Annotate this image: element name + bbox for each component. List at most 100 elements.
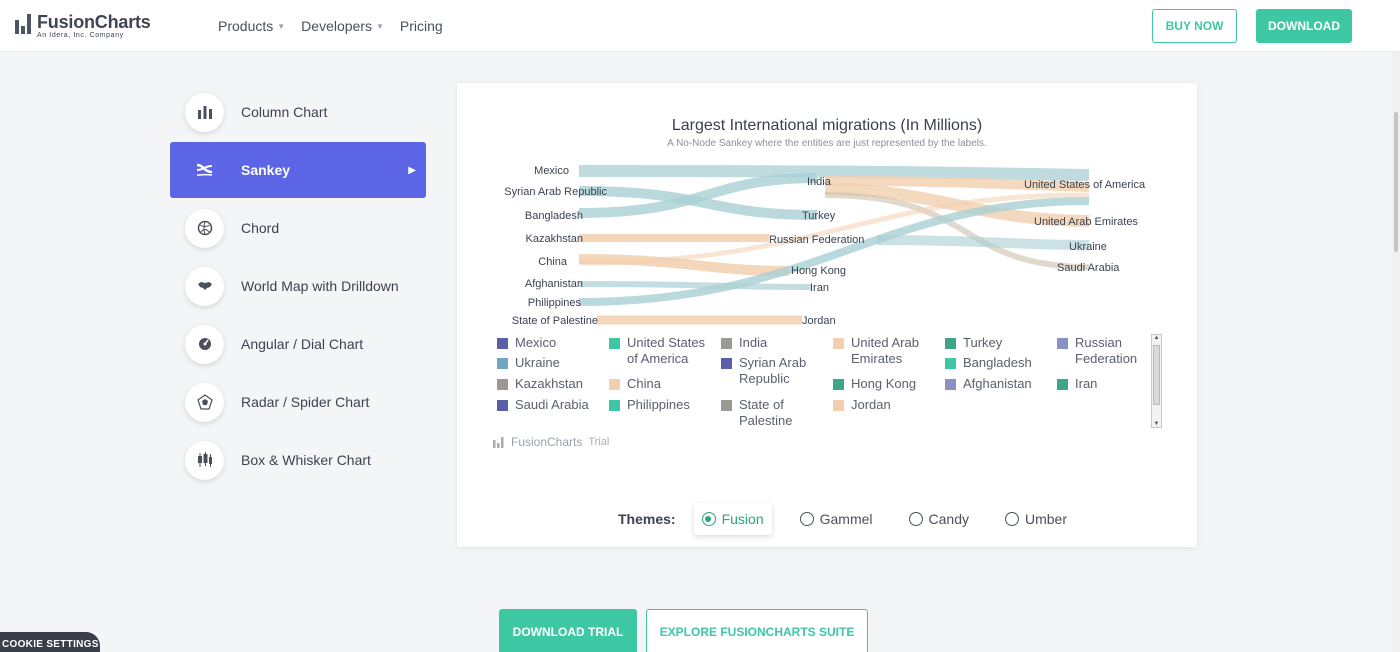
sidebar-item-radar-chart[interactable]: Radar / Spider Chart [170, 373, 426, 431]
box-whisker-icon [185, 440, 224, 480]
theme-candy-radio[interactable]: Candy [901, 503, 977, 535]
legend-label: Turkey [963, 337, 1003, 350]
legend-item[interactable]: Syrian Arab Republic [721, 355, 829, 387]
radio-icon [1004, 512, 1019, 526]
page-scroll-thumb[interactable] [1394, 112, 1398, 252]
legend-swatch [721, 338, 732, 349]
legend-item[interactable]: India [721, 337, 829, 351]
legend-label: Bangladesh [963, 355, 1032, 370]
sidebar-item-dial-chart[interactable]: Angular / Dial Chart [170, 315, 426, 373]
sankey-icon [185, 150, 224, 190]
nav-products-label: Products [218, 18, 274, 34]
legend-swatch [497, 400, 508, 411]
credit-name: FusionCharts [511, 435, 583, 449]
chart-type-sidebar: Column Chart Sankey ▶ Chord World Map wi… [170, 83, 426, 489]
sankey-chart: Mexico Syrian Arab Republic Bangladesh K… [504, 165, 1146, 327]
radar-chart-icon [185, 382, 224, 422]
logo-subtitle: An Idera, Inc. Company [37, 32, 124, 39]
radio-icon [908, 512, 923, 526]
download-trial-button[interactable]: DOWNLOAD TRIAL [499, 609, 637, 652]
theme-fusion-label: Fusion [721, 511, 764, 527]
legend-item[interactable]: Bangladesh [945, 355, 1053, 371]
sankey-label-russia: Russian Federation [769, 234, 864, 246]
theme-candy-label: Candy [928, 511, 969, 527]
legend-item[interactable]: China [609, 376, 717, 392]
legend-label: Iran [1075, 376, 1098, 391]
sankey-label-turkey: Turkey [802, 210, 836, 222]
legend-swatch [497, 379, 508, 390]
page-scrollbar[interactable] [1392, 52, 1400, 652]
buy-now-button[interactable]: BUY NOW [1152, 9, 1237, 43]
legend-item[interactable]: Turkey [945, 337, 1053, 351]
nav-pricing[interactable]: Pricing [400, 18, 443, 34]
theme-gammel-label: Gammel [819, 511, 873, 527]
legend-item[interactable]: United Arab Emirates [833, 337, 941, 367]
legend-swatch [1057, 379, 1068, 390]
legend-swatch [945, 379, 956, 390]
legend-item[interactable]: Hong Kong [833, 376, 941, 392]
legend-item[interactable]: State of Palestine [721, 397, 829, 427]
nav-developers[interactable]: Developers ▼ [301, 18, 384, 34]
legend-scrollbar[interactable]: ▲ ▼ [1151, 334, 1162, 428]
fusioncharts-credit[interactable]: FusionCharts Trial [493, 435, 609, 449]
sankey-label-syria: Syrian Arab Republic [504, 186, 607, 198]
legend-swatch [1057, 338, 1068, 349]
sankey-label-jordan: Jordan [802, 315, 836, 327]
sidebar-item-sankey[interactable]: Sankey ▶ [170, 142, 426, 198]
legend-item[interactable]: Kazakhstan [497, 376, 605, 392]
legend-swatch [609, 379, 620, 390]
legend-scroll-thumb[interactable] [1153, 345, 1160, 405]
sankey-label-mexico: Mexico [534, 165, 569, 177]
legend-swatch [833, 379, 844, 390]
chevron-down-icon: ▼ [376, 21, 384, 31]
chart-card: Largest International migrations (In Mil… [457, 83, 1197, 547]
sankey-label-india: India [807, 176, 832, 188]
theme-fusion-radio[interactable]: Fusion [693, 503, 772, 535]
sankey-label-ukraine: Ukraine [1069, 241, 1107, 253]
legend-item[interactable]: Saudi Arabia [497, 397, 605, 413]
theme-umber-radio[interactable]: Umber [997, 503, 1075, 535]
theme-gammel-radio[interactable]: Gammel [792, 503, 881, 535]
legend-swatch [833, 338, 844, 349]
legend-item[interactable]: United States of America [609, 337, 717, 367]
scroll-down-icon[interactable]: ▼ [1152, 421, 1161, 427]
sidebar-item-column-chart[interactable]: Column Chart [170, 83, 426, 141]
legend-item[interactable]: Philippines [609, 397, 717, 413]
legend-item[interactable]: Ukraine [497, 355, 605, 371]
sankey-link-afghanistan-iran[interactable] [578, 281, 813, 290]
fusioncharts-logo[interactable]: FusionCharts An Idera, Inc. Company [15, 12, 151, 40]
legend-label: Mexico [515, 337, 557, 350]
sidebar-item-label: Sankey [241, 162, 291, 178]
sidebar-item-label: Angular / Dial Chart [241, 336, 364, 352]
legend-swatch [833, 400, 844, 411]
logo-name: FusionCharts [37, 12, 151, 32]
sidebar-item-box-whisker[interactable]: Box & Whisker Chart [170, 431, 426, 489]
download-button[interactable]: DOWNLOAD [1256, 9, 1352, 43]
dial-chart-icon [185, 324, 224, 364]
sidebar-item-world-map[interactable]: World Map with Drilldown [170, 257, 426, 315]
sidebar-item-label: Chord [241, 220, 280, 236]
nav-products[interactable]: Products ▼ [218, 18, 285, 34]
nav-developers-label: Developers [301, 18, 372, 34]
legend-item[interactable]: Afghanistan [945, 376, 1053, 392]
sidebar-item-chord[interactable]: Chord [170, 199, 426, 257]
chart-legend: Mexico Ukraine Kazakhstan Saudi Arabia Unite… [497, 337, 1157, 427]
legend-label: United States of America [627, 337, 706, 366]
explore-suite-button[interactable]: EXPLORE FUSIONCHARTS SUITE [646, 609, 868, 652]
sankey-label-palestine: State of Palestine [512, 315, 598, 327]
legend-label: Hong Kong [851, 376, 917, 391]
sankey-link-russia-ukraine[interactable] [876, 235, 1090, 250]
legend-item[interactable]: Russian Federation [1057, 337, 1157, 367]
sidebar-item-label: Radar / Spider Chart [241, 394, 370, 410]
legend-item[interactable]: Iran [1057, 376, 1157, 392]
theme-selector: Themes: Fusion Gammel Candy Umber [618, 503, 1095, 535]
scroll-up-icon[interactable]: ▲ [1152, 335, 1161, 341]
legend-item[interactable]: Jordan [833, 397, 941, 413]
legend-item[interactable]: Mexico [497, 337, 605, 351]
sankey-link-mexico-usa[interactable] [578, 165, 1090, 181]
cookie-settings-button[interactable]: COOKIE SETTINGS [0, 632, 100, 652]
legend-swatch [497, 338, 508, 349]
column-chart-icon [185, 92, 224, 132]
legend-label: Russian Federation [1075, 337, 1138, 366]
legend-label: Jordan [851, 397, 891, 412]
